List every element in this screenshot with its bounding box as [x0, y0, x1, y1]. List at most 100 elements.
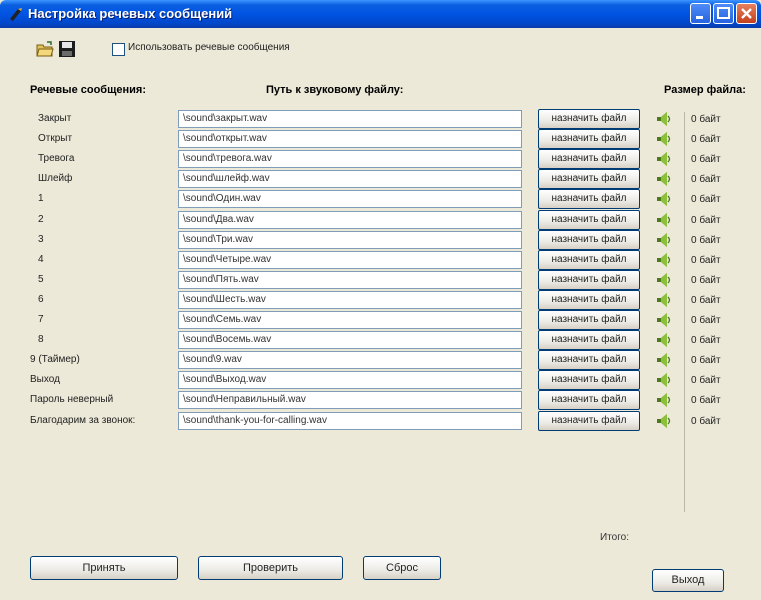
assign-file-button[interactable]: назначить файл	[538, 230, 640, 250]
minimize-button[interactable]	[690, 3, 711, 24]
sound-path-field[interactable]: \sound\Четыре.wav	[178, 251, 522, 269]
column-divider	[684, 112, 685, 512]
play-sound-icon[interactable]	[656, 352, 672, 368]
sound-path-field[interactable]: \sound\Семь.wav	[178, 311, 522, 329]
assign-file-button[interactable]: назначить файл	[538, 149, 640, 169]
play-sound-icon[interactable]	[656, 191, 672, 207]
assign-file-button[interactable]: назначить файл	[538, 270, 640, 290]
sound-path-field[interactable]: \sound\thank-you-for-calling.wav	[178, 412, 522, 430]
message-label: 6	[38, 294, 44, 305]
assign-file-button[interactable]: назначить файл	[538, 350, 640, 370]
check-button[interactable]: Проверить	[198, 556, 343, 580]
file-size-value: 0 байт	[691, 194, 721, 205]
assign-file-button[interactable]: назначить файл	[538, 109, 640, 129]
play-sound-icon[interactable]	[656, 171, 672, 187]
sound-path-field[interactable]: \sound\открыт.wav	[178, 130, 522, 148]
message-label: Пароль неверный	[30, 394, 114, 405]
message-label: Закрыт	[38, 113, 72, 124]
minimize-icon	[696, 16, 703, 19]
play-sound-icon[interactable]	[656, 372, 672, 388]
total-label: Итого:	[600, 532, 629, 543]
sound-path-field[interactable]: \sound\9.wav	[178, 351, 522, 369]
exit-button[interactable]: Выход	[652, 569, 724, 592]
file-size-value: 0 байт	[691, 416, 721, 427]
sound-path-field[interactable]: \sound\закрыт.wav	[178, 110, 522, 128]
sound-path-field[interactable]: \sound\шлейф.wav	[178, 170, 522, 188]
sound-path-field[interactable]: \sound\Два.wav	[178, 211, 522, 229]
maximize-button[interactable]	[713, 3, 734, 24]
file-size-value: 0 байт	[691, 335, 721, 346]
play-sound-icon[interactable]	[656, 272, 672, 288]
play-sound-icon[interactable]	[656, 413, 672, 429]
play-sound-icon[interactable]	[656, 111, 672, 127]
message-label: 2	[38, 214, 44, 225]
file-size-value: 0 байт	[691, 395, 721, 406]
use-voice-label: Использовать речевые сообщения	[128, 42, 290, 53]
assign-file-button[interactable]: назначить файл	[538, 411, 640, 431]
app-icon	[10, 8, 22, 21]
header-size: Размер файла:	[664, 84, 746, 96]
file-size-value: 0 байт	[691, 315, 721, 326]
sound-path-field[interactable]: \sound\Шесть.wav	[178, 291, 522, 309]
message-label: Тревога	[38, 153, 75, 164]
apply-button[interactable]: Принять	[30, 556, 178, 580]
assign-file-button[interactable]: назначить файл	[538, 169, 640, 189]
open-folder-icon[interactable]	[36, 40, 54, 58]
sound-path-field[interactable]: \sound\Три.wav	[178, 231, 522, 249]
maximize-icon	[717, 7, 730, 19]
sound-path-field[interactable]: \sound\Пять.wav	[178, 271, 522, 289]
play-sound-icon[interactable]	[656, 212, 672, 228]
play-sound-icon[interactable]	[656, 131, 672, 147]
save-disk-icon[interactable]	[58, 40, 76, 58]
play-sound-icon[interactable]	[656, 252, 672, 268]
assign-file-button[interactable]: назначить файл	[538, 210, 640, 230]
header-messages: Речевые сообщения:	[30, 84, 146, 96]
message-label: Благодарим за звонок:	[30, 415, 136, 426]
play-sound-icon[interactable]	[656, 332, 672, 348]
play-sound-icon[interactable]	[656, 392, 672, 408]
file-size-value: 0 байт	[691, 215, 721, 226]
assign-file-button[interactable]: назначить файл	[538, 129, 640, 149]
settings-window: Настройка речевых сообщений Использовать…	[0, 0, 761, 600]
file-size-value: 0 байт	[691, 114, 721, 125]
sound-path-field[interactable]: \sound\Неправильный.wav	[178, 391, 522, 409]
reset-button[interactable]: Сброс	[363, 556, 441, 580]
message-label: Открыт	[38, 133, 73, 144]
play-sound-icon[interactable]	[656, 151, 672, 167]
close-icon	[741, 8, 752, 19]
message-label: 4	[38, 254, 44, 265]
message-label: Шлейф	[38, 173, 73, 184]
file-size-value: 0 байт	[691, 295, 721, 306]
file-size-value: 0 байт	[691, 235, 721, 246]
file-size-value: 0 байт	[691, 154, 721, 165]
assign-file-button[interactable]: назначить файл	[538, 330, 640, 350]
assign-file-button[interactable]: назначить файл	[538, 250, 640, 270]
message-label: 5	[38, 274, 44, 285]
use-voice-checkbox[interactable]	[112, 43, 125, 56]
message-label: 9 (Таймер)	[30, 354, 80, 365]
play-sound-icon[interactable]	[656, 292, 672, 308]
file-size-value: 0 байт	[691, 275, 721, 286]
assign-file-button[interactable]: назначить файл	[538, 189, 640, 209]
close-button[interactable]	[736, 3, 757, 24]
file-size-value: 0 байт	[691, 355, 721, 366]
sound-path-field[interactable]: \sound\Восемь.wav	[178, 331, 522, 349]
file-size-value: 0 байт	[691, 375, 721, 386]
message-label: Выход	[30, 374, 60, 385]
sound-path-field[interactable]: \sound\Один.wav	[178, 190, 522, 208]
assign-file-button[interactable]: назначить файл	[538, 370, 640, 390]
header-path: Путь к звуковому файлу:	[266, 84, 404, 96]
play-sound-icon[interactable]	[656, 312, 672, 328]
assign-file-button[interactable]: назначить файл	[538, 310, 640, 330]
assign-file-button[interactable]: назначить файл	[538, 290, 640, 310]
play-sound-icon[interactable]	[656, 232, 672, 248]
file-size-value: 0 байт	[691, 255, 721, 266]
file-size-value: 0 байт	[691, 134, 721, 145]
message-label: 3	[38, 234, 44, 245]
message-label: 1	[38, 193, 44, 204]
sound-path-field[interactable]: \sound\тревога.wav	[178, 150, 522, 168]
message-label: 7	[38, 314, 44, 325]
sound-path-field[interactable]: \sound\Выход.wav	[178, 371, 522, 389]
assign-file-button[interactable]: назначить файл	[538, 390, 640, 410]
title-bar[interactable]: Настройка речевых сообщений	[0, 0, 761, 28]
